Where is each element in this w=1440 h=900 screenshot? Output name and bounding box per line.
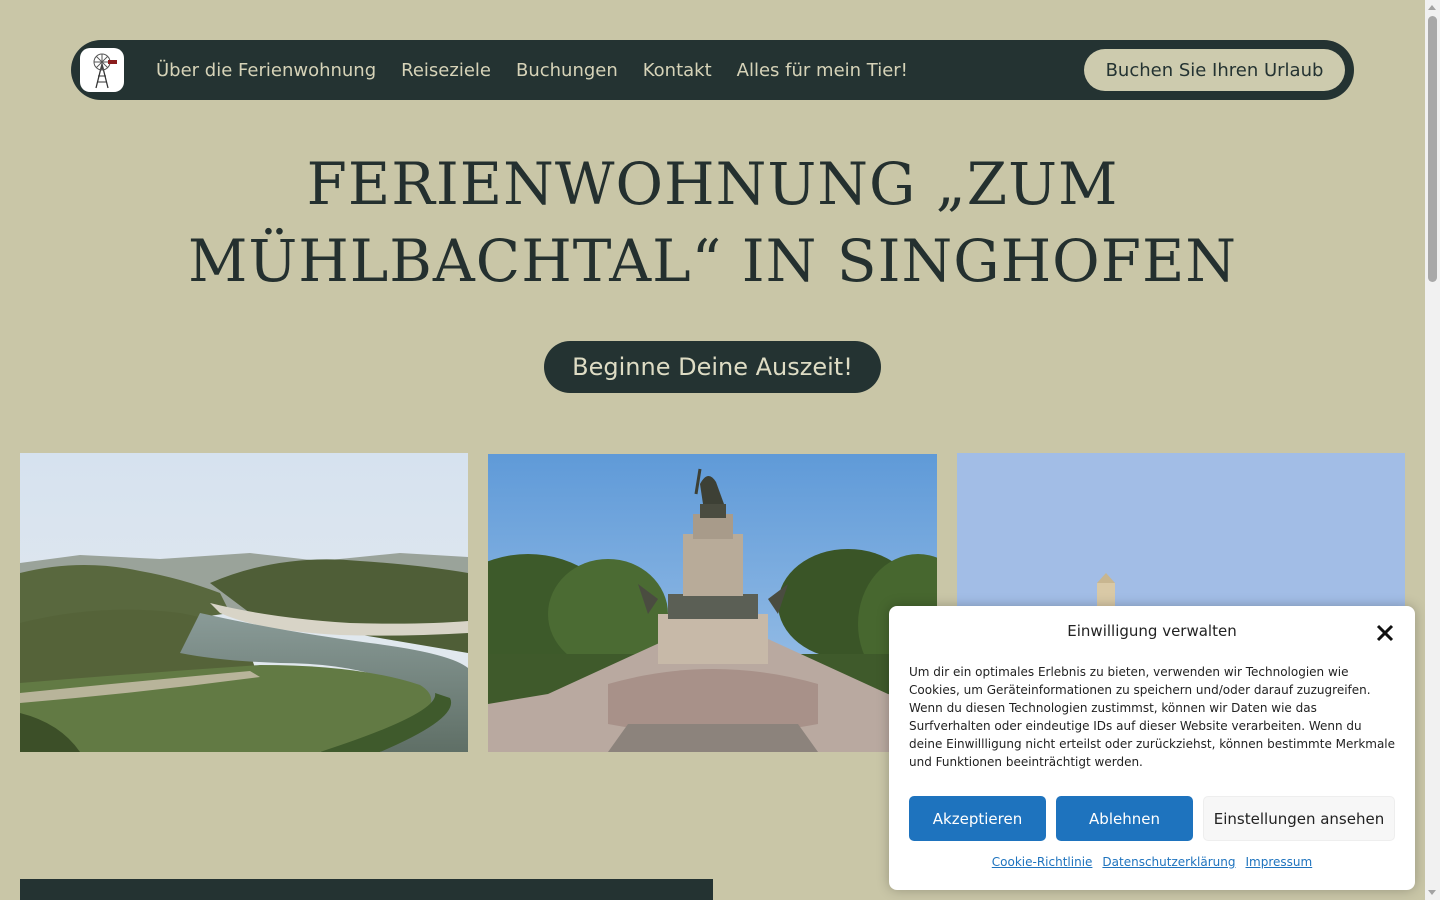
site-logo[interactable] — [80, 48, 124, 92]
cookie-dialog-text: Um dir ein optimales Erlebnis zu bieten,… — [909, 665, 1396, 769]
nav-links: Über die Ferienwohnung Reiseziele Buchun… — [156, 40, 908, 100]
cookie-policy-link[interactable]: Cookie-Richtlinie — [992, 855, 1093, 869]
nav-link-reiseziele[interactable]: Reiseziele — [401, 60, 491, 81]
accept-button[interactable]: Akzeptieren — [909, 796, 1046, 841]
scrollbar-thumb[interactable] — [1428, 16, 1437, 282]
cookie-consent-dialog: Einwilligung verwalten Um dir ein optima… — [889, 606, 1415, 890]
photo-niederwald-monument — [488, 454, 937, 752]
view-settings-button[interactable]: Einstellungen ansehen — [1203, 796, 1395, 841]
nav-link-ueber[interactable]: Über die Ferienwohnung — [156, 60, 376, 81]
main-navbar: Über die Ferienwohnung Reiseziele Buchun… — [71, 40, 1354, 100]
close-icon[interactable] — [1375, 623, 1395, 643]
privacy-policy-link[interactable]: Datenschutzerklärung — [1102, 855, 1235, 869]
nav-link-kontakt[interactable]: Kontakt — [643, 60, 712, 81]
nav-link-buchungen[interactable]: Buchungen — [516, 60, 618, 81]
scroll-up-icon[interactable] — [1428, 5, 1436, 10]
page-title: FERIENWOHNUNG „ZUM MÜHLBACHTAL“ IN SINGH… — [0, 146, 1425, 300]
photo-rhine-valley — [20, 453, 468, 752]
imprint-link[interactable]: Impressum — [1246, 855, 1313, 869]
start-timeout-button[interactable]: Beginne Deine Auszeit! — [544, 341, 881, 393]
page-title-line-2: MÜHLBACHTAL“ IN SINGHOFEN — [187, 227, 1238, 295]
cookie-dialog-title: Einwilligung verwalten — [1067, 622, 1237, 640]
windmill-icon — [93, 53, 117, 89]
nav-link-tier[interactable]: Alles für mein Tier! — [737, 60, 908, 81]
page-scrollbar[interactable] — [1425, 0, 1440, 900]
book-vacation-button[interactable]: Buchen Sie Ihren Urlaub — [1084, 49, 1345, 91]
deny-button[interactable]: Ablehnen — [1056, 796, 1193, 841]
content-section-dark — [20, 879, 713, 900]
scroll-down-icon[interactable] — [1428, 890, 1436, 895]
cookie-links: Cookie-Richtlinie Datenschutzerklärung I… — [889, 855, 1415, 869]
page-title-line-1: FERIENWOHNUNG „ZUM — [306, 150, 1119, 218]
